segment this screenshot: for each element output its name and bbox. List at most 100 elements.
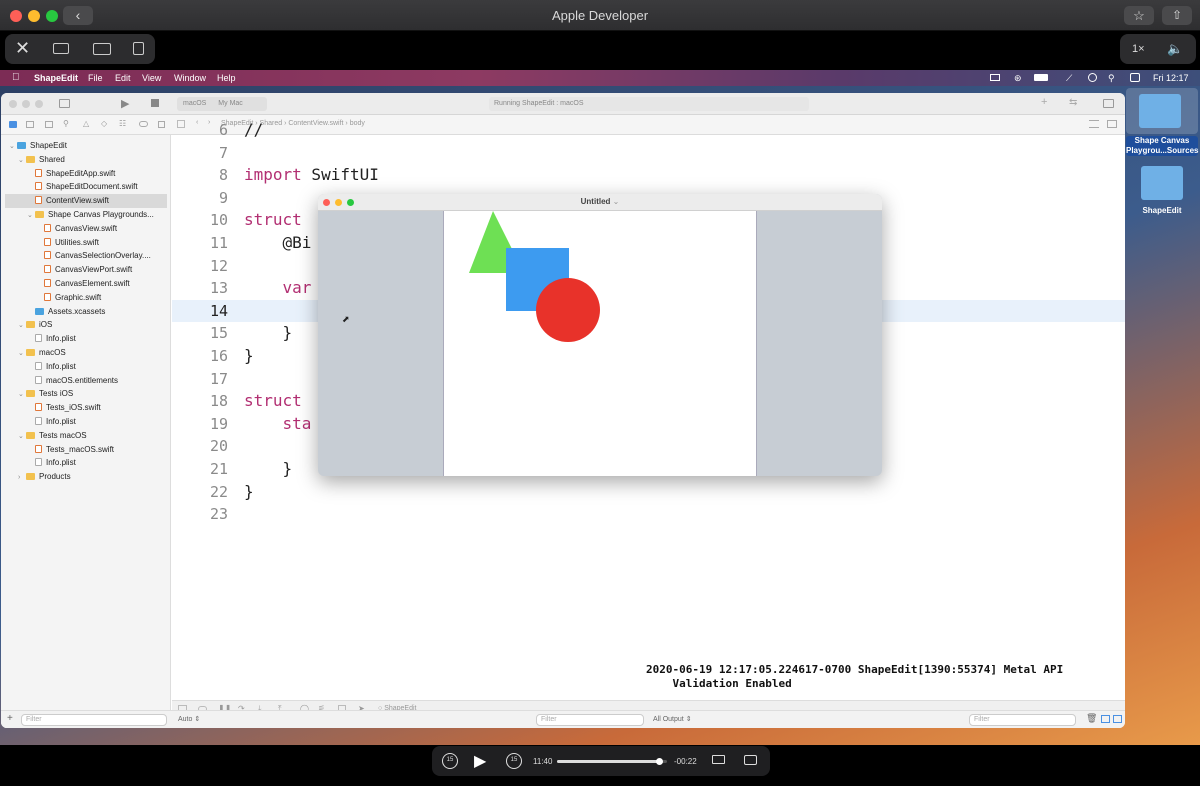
breakpoint-navigator-icon[interactable] — [139, 121, 148, 127]
document-title[interactable]: Untitled ⌄ — [318, 197, 882, 206]
menu-view[interactable]: View — [142, 73, 161, 83]
code-line[interactable]: } — [244, 482, 254, 501]
find-navigator-icon[interactable]: ⚲ — [63, 119, 69, 128]
test-navigator-icon[interactable]: ◇ — [101, 119, 107, 128]
review-icon[interactable]: ⇆ — [1069, 97, 1077, 108]
navigator-item[interactable]: Tests_macOS.swift — [5, 443, 167, 457]
navigator-item[interactable]: CanvasElement.swift — [5, 277, 167, 291]
code-line[interactable]: struct — [244, 391, 302, 410]
navigator-item[interactable]: Assets.xcassets — [5, 305, 167, 319]
subtitles-icon[interactable] — [744, 755, 757, 765]
skip-back-15-icon[interactable]: 15 — [442, 753, 458, 769]
menu-help[interactable]: Help — [217, 73, 236, 83]
breadcrumb-symbol[interactable]: body — [350, 120, 365, 127]
console-filter[interactable]: Filter — [969, 714, 1076, 726]
menubar-clock[interactable]: Fri 12:17 — [1153, 73, 1189, 83]
navigator-item[interactable]: Info.plist — [5, 332, 167, 346]
issue-navigator-icon[interactable]: △ — [83, 119, 89, 128]
code-line[interactable]: import SwiftUI — [244, 165, 379, 184]
code-line[interactable]: } — [244, 323, 293, 342]
navigator-filter[interactable]: Filter — [21, 714, 167, 726]
picture-in-picture-icon[interactable] — [53, 43, 69, 54]
xcode-zoom-button[interactable] — [35, 100, 43, 108]
breadcrumb-file[interactable]: ContentView.swift — [288, 120, 343, 127]
navigator-item[interactable]: Info.plist — [5, 456, 167, 470]
navigator-item[interactable]: Info.plist — [5, 415, 167, 429]
symbol-navigator-icon[interactable] — [45, 121, 53, 128]
menu-edit[interactable]: Edit — [115, 73, 131, 83]
navigator-item[interactable]: Utilities.swift — [5, 236, 167, 250]
scheme-selector[interactable]: macOS My Mac — [177, 97, 267, 111]
run-button[interactable]: ▶ — [121, 97, 129, 110]
editor-options-icon[interactable] — [1089, 120, 1099, 128]
circle-shape[interactable] — [536, 278, 600, 342]
navigator-item[interactable]: CanvasSelectionOverlay.... — [5, 249, 167, 263]
apple-menu-icon[interactable]:  — [12, 72, 20, 83]
code-line[interactable]: sta — [244, 414, 312, 433]
code-line[interactable]: // — [244, 120, 263, 139]
project-navigator-icon[interactable] — [9, 121, 17, 128]
navigator-item[interactable]: Tests_iOS.swift — [5, 401, 167, 415]
menu-app-name[interactable]: ShapeEdit — [34, 73, 78, 83]
add-file-icon[interactable]: + — [7, 713, 13, 724]
close-icon[interactable]: ✕ — [15, 38, 30, 59]
volume-icon[interactable]: 🔈 — [1167, 41, 1183, 57]
code-line[interactable]: } — [244, 346, 254, 365]
shapeedit-document-window[interactable]: Untitled ⌄ ⬈ — [318, 194, 882, 476]
sidebar-toggle-icon[interactable] — [59, 99, 70, 108]
xcode-close-button[interactable] — [9, 100, 17, 108]
trash-icon[interactable]: 🗑 — [1086, 713, 1097, 724]
code-line[interactable]: } — [244, 459, 293, 478]
console-output[interactable]: 2020-06-19 12:17:05.224617-0700 ShapeEdi… — [646, 663, 1125, 703]
play-button[interactable]: ▶ — [474, 751, 486, 771]
navigator-item[interactable]: ⌄ Shared — [5, 153, 167, 167]
battery-icon[interactable] — [1034, 74, 1048, 81]
variables-view-toggle-icon[interactable] — [1101, 715, 1110, 723]
user-icon[interactable] — [1088, 73, 1097, 82]
code-line[interactable]: struct — [244, 210, 302, 229]
navigator-item[interactable]: CanvasView.swift — [5, 222, 167, 236]
search-icon[interactable]: ⚲ — [1108, 73, 1115, 84]
navigator-item[interactable]: ShapeEditDocument.swift — [5, 180, 167, 194]
navigator-item[interactable]: ⌄ Tests macOS — [5, 429, 167, 443]
navigator-item[interactable]: ⌄ Tests iOS — [5, 387, 167, 401]
navigator-item[interactable]: ⌄ macOS — [5, 346, 167, 360]
navigator-item[interactable]: ShapeEditApp.swift — [5, 167, 167, 181]
variables-filter[interactable]: Filter — [536, 714, 644, 726]
scrubber-track[interactable] — [557, 758, 667, 765]
split-editor-icon[interactable] — [1107, 120, 1117, 128]
menu-file[interactable]: File — [88, 73, 103, 83]
inspector-toggle-icon[interactable] — [1103, 99, 1114, 108]
share-button[interactable]: ⇧ — [1162, 6, 1192, 25]
bluetooth-icon[interactable]: ⊛ — [1014, 73, 1022, 84]
console-output-select[interactable]: All Output ⇕ — [653, 715, 692, 723]
shape-canvas[interactable] — [443, 211, 757, 476]
navigator-item[interactable]: ⌄ Shape Canvas Playgrounds... — [5, 208, 167, 222]
copy-icon[interactable] — [133, 42, 144, 55]
desktop-item-shape-canvas[interactable]: Shape Canvas Playgrou...Sources — [1126, 88, 1198, 158]
console-view-toggle-icon[interactable] — [1113, 715, 1122, 723]
navigator-item[interactable]: Info.plist — [5, 360, 167, 374]
disclosure-chevron-icon[interactable]: › — [18, 471, 26, 485]
navigator-item[interactable]: ⌄ ShapeEdit — [5, 139, 167, 153]
wifi-off-icon[interactable]: ⟋ — [1066, 73, 1072, 84]
stop-button[interactable] — [151, 99, 159, 107]
debug-navigator-icon[interactable]: ☷ — [119, 119, 126, 128]
report-navigator-icon[interactable] — [158, 121, 165, 128]
navigator-item[interactable]: macOS.entitlements — [5, 374, 167, 388]
navigator-item[interactable]: › Products — [5, 470, 167, 484]
xcode-minimize-button[interactable] — [22, 100, 30, 108]
navigator-item[interactable]: Graphic.swift — [5, 291, 167, 305]
pip-mode-icon[interactable] — [93, 43, 111, 55]
variables-scope-select[interactable]: Auto ⇕ — [178, 715, 200, 723]
airplay-icon[interactable] — [712, 755, 725, 764]
favorite-button[interactable]: ☆ — [1124, 6, 1154, 25]
code-line[interactable]: var — [244, 278, 312, 297]
control-center-icon[interactable] — [1130, 73, 1140, 82]
source-control-icon[interactable] — [26, 121, 34, 128]
display-icon[interactable] — [990, 74, 1000, 81]
speed-label[interactable]: 1× — [1132, 43, 1145, 55]
skip-forward-15-icon[interactable]: 15 — [506, 753, 522, 769]
scrubber-handle[interactable] — [656, 758, 664, 765]
navigator-item[interactable]: CanvasViewPort.swift — [5, 263, 167, 277]
